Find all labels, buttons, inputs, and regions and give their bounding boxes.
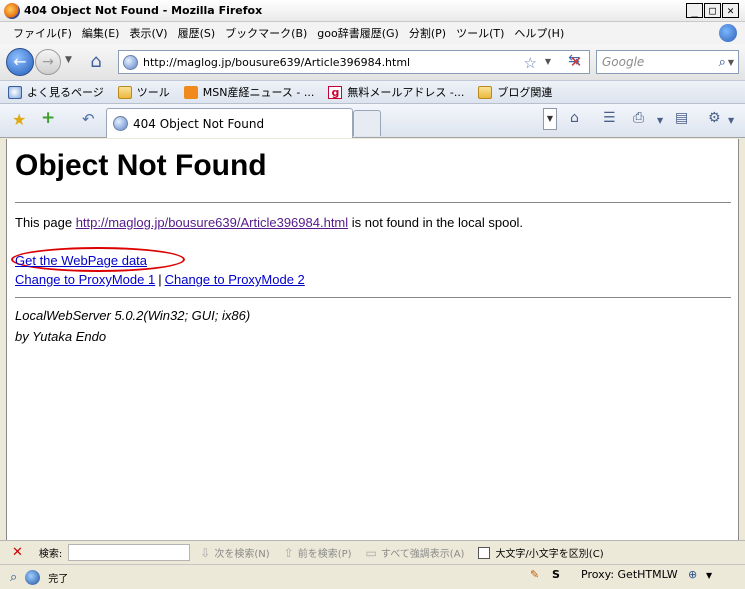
menu-bookmarks[interactable]: ブックマーク(B) [220,25,312,41]
menu-view[interactable]: 表示(V) [124,25,172,41]
highlight-icon: ▭ [365,545,377,560]
throbber-icon [719,24,737,42]
menu-file[interactable]: ファイル(F) [8,25,77,41]
goo-icon: g [328,85,343,99]
author-signature: by Yutaka Endo [15,329,107,344]
title-bar: 404 Object Not Found - Mozilla Firefox [0,0,745,22]
bookmark-free-mail[interactable]: g 無料メールアドレス -... [328,84,464,100]
up-arrow-icon: ⇧ [283,545,294,560]
menu-bar: ファイル(F) 編集(E) 表示(V) 履歴(S) ブックマーク(B) goo辞… [0,22,745,44]
url-text: http://maglog.jp/bousure639/Article39698… [143,55,411,69]
window-controls: _ □ ✕ [686,3,739,18]
history-dropdown-icon[interactable]: ▼ [65,55,72,65]
menu-goo-dictionary[interactable]: goo辞書履歴(G) [312,25,404,41]
rss-icon [183,85,198,99]
menu-split[interactable]: 分割(P) [404,25,451,41]
firefox-icon [4,2,20,19]
divider [15,297,731,298]
find-label: 検索: [38,549,63,560]
addon-icon[interactable]: ✎ [530,568,539,581]
proxy-mode-1-link[interactable]: Change to ProxyMode 1 [15,272,155,287]
proxy-status[interactable]: Proxy: GetHTMLW [581,568,678,581]
site-favicon-icon [123,54,138,70]
window-title: 404 Object Not Found - Mozilla Firefox [24,4,263,17]
server-signature: LocalWebServer 5.0.2(Win32; GUI; ix86) [15,308,251,323]
add-favorite-icon[interactable]: + [41,108,55,128]
divider [15,202,731,203]
match-case-label: 大文字/小文字を区別(C) [495,549,604,560]
bookmark-msn-news[interactable]: MSN産経ニュース - ... [183,84,314,100]
url-bar[interactable]: http://maglog.jp/bousure639/Article39698… [118,50,590,74]
url-dropdown-icon[interactable]: ▼ [545,57,551,66]
bookmarks-toolbar: よく見るページ ツール MSN産経ニュース - ... g 無料メールアドレス … [0,80,745,104]
find-input[interactable] [68,544,191,561]
search-dropdown-icon[interactable]: ▼ [728,58,734,67]
home-icon[interactable]: ⌂ [570,110,579,126]
search-placeholder: Google [602,55,645,69]
search-box[interactable]: Google ⌕ ▼ [596,50,739,74]
back-button[interactable]: ← [6,48,34,76]
tab-favicon-icon [113,116,128,131]
not-found-message: This page http://maglog.jp/bousure639/Ar… [15,215,524,230]
folder-icon [478,85,493,99]
stop-icon[interactable]: ✕ [565,51,587,73]
highlight-all-button[interactable]: ▭ すべて強調表示(A) [365,545,465,561]
undo-arrow-icon[interactable]: ↶ [82,110,95,128]
favorites-star-icon[interactable]: ★ [12,110,26,129]
page-menu-icon[interactable]: ▤ [675,110,688,126]
s-addon-icon[interactable]: S [552,568,560,581]
folder-icon [117,85,132,99]
find-bar: ✕ 検索: ⇩ 次を検索(N) ⇧ 前を検索(P) ▭ すべて強調表示(A) 大文字/… [0,540,745,564]
tools-dropdown-icon[interactable]: ▼ [728,116,734,125]
menu-help[interactable]: ヘルプ(H) [509,25,569,41]
home-button[interactable]: ⌂ [84,50,108,74]
page-content: Object Not Found This page http://maglog… [6,139,739,540]
bookmark-tools[interactable]: ツール [117,84,170,100]
gear-icon[interactable]: ⚙ [708,110,721,126]
proxy-mode-2-link[interactable]: Change to ProxyMode 2 [165,272,305,287]
proxy-mode-links: Change to ProxyMode 1 | Change to ProxyMod… [15,272,305,287]
find-next-button[interactable]: ⇩ 次を検索(N) [200,545,269,561]
search-status-icon[interactable]: ⌕ [10,570,17,585]
feed-icon[interactable]: ☰ [603,110,616,126]
tab-active[interactable]: 404 Object Not Found [106,108,353,138]
zoom-icon[interactable]: ⊕ [688,568,697,581]
globe-icon [25,569,41,585]
menu-tools[interactable]: ツール(T) [451,25,509,41]
close-button[interactable]: ✕ [722,3,739,18]
zoom-dropdown-icon[interactable]: ▼ [706,571,712,580]
print-dropdown-icon[interactable]: ▼ [657,116,663,125]
maximize-button[interactable]: □ [704,3,721,18]
find-previous-button[interactable]: ⇧ 前を検索(P) [283,545,352,561]
bookmark-blog[interactable]: ブログ関連 [478,84,552,100]
new-tab-button[interactable] [353,110,381,136]
menu-history[interactable]: 履歴(S) [173,25,221,41]
page-heading: Object Not Found [15,149,267,182]
bookmark-star-icon[interactable]: ☆ [524,54,537,72]
down-arrow-icon: ⇩ [200,545,211,560]
menu-edit[interactable]: 編集(E) [77,25,125,41]
print-icon[interactable]: ⎙ [633,110,644,126]
minimize-button[interactable]: _ [686,3,703,18]
close-find-icon[interactable]: ✕ [12,545,23,560]
get-webpage-data-link[interactable]: Get the WebPage data [15,253,147,268]
link-separator: | [158,272,162,287]
bookmark-most-visited[interactable]: よく見るページ [8,84,104,100]
tab-title: 404 Object Not Found [133,116,265,131]
search-icon[interactable]: ⌕ [719,55,726,70]
forward-button[interactable]: → [35,49,61,75]
requested-url-link[interactable]: http://maglog.jp/bousure639/Article39698… [76,215,348,230]
tab-list-dropdown-icon[interactable]: ▼ [543,108,557,130]
match-case-checkbox[interactable] [478,546,491,559]
status-text: 完了 [48,573,69,585]
page-icon [8,85,22,99]
